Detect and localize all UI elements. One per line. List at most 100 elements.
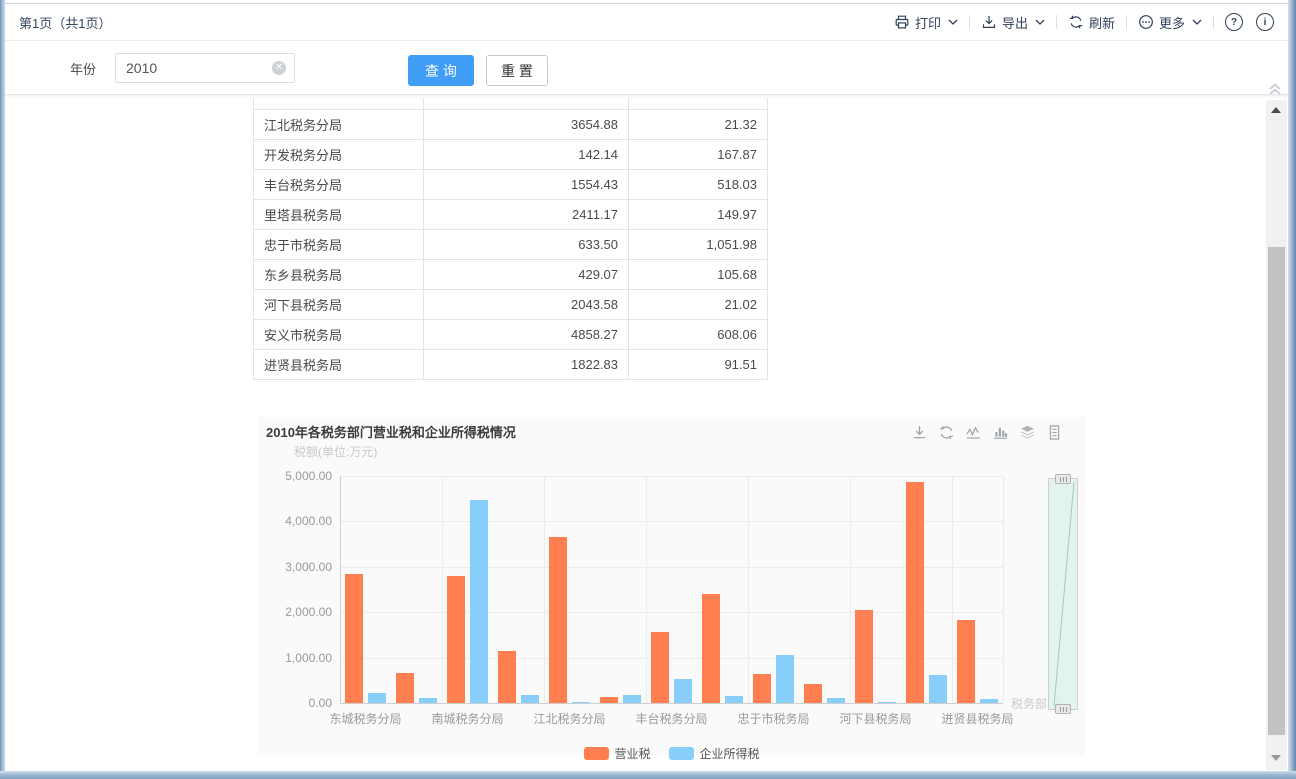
data-view-icon[interactable]	[1046, 424, 1063, 441]
chevron-down-icon	[1192, 19, 1202, 25]
line-chart-icon[interactable]	[965, 424, 982, 441]
chevron-down-icon	[1035, 19, 1045, 25]
gridline-h	[340, 612, 1003, 613]
refresh-button[interactable]: 刷新	[1068, 13, 1115, 32]
print-button[interactable]: 打印	[894, 13, 958, 32]
more-button[interactable]: 更多	[1138, 13, 1202, 32]
table-cell: 1554.43	[424, 170, 629, 199]
table-cell: 安义市税务局	[254, 320, 424, 349]
gridline-v	[952, 476, 953, 703]
bar-企业所得税-12[interactable]	[980, 699, 998, 703]
datazoom-handle-bottom[interactable]	[1055, 704, 1071, 714]
table-row: 东乡县税务局429.07105.68	[254, 260, 767, 290]
bar-企业所得税-11[interactable]	[929, 675, 947, 703]
window-border-right	[1288, 0, 1296, 779]
bar-企业所得税-2[interactable]	[470, 500, 488, 703]
y-axis-line	[340, 476, 341, 703]
report-viewer: 第1页（共1页） 打印 导出	[0, 0, 1296, 779]
gridline-h	[340, 658, 1003, 659]
table-cell: 149.97	[629, 200, 767, 229]
bar-营业税-3[interactable]	[498, 651, 516, 703]
bar-企业所得税-3[interactable]	[521, 695, 539, 703]
scrollbar-thumb[interactable]	[1268, 247, 1285, 735]
divider	[1213, 15, 1214, 29]
bar-营业税-6[interactable]	[651, 632, 669, 703]
table-row: 进贤县税务局1822.8391.51	[254, 350, 767, 380]
bar-企业所得税-0[interactable]	[368, 693, 386, 703]
bar-企业所得税-1[interactable]	[419, 698, 437, 703]
scroll-down-arrow[interactable]	[1271, 755, 1281, 761]
bar-营业税-10[interactable]	[855, 610, 873, 703]
scroll-up-arrow[interactable]	[1271, 107, 1281, 113]
refresh-icon[interactable]	[938, 424, 955, 441]
more-label: 更多	[1159, 13, 1185, 32]
clear-input-icon[interactable]: ✕	[272, 61, 286, 75]
bar-营业税-0[interactable]	[345, 574, 363, 703]
table-cell: 1822.83	[424, 350, 629, 379]
bar-营业税-8[interactable]	[753, 674, 771, 703]
table-row: 开发税务分局142.14167.87	[254, 140, 767, 170]
bar-营业税-11[interactable]	[906, 482, 924, 703]
year-input[interactable]	[116, 54, 294, 82]
stack-icon[interactable]	[1019, 424, 1036, 441]
help-button[interactable]: ?	[1225, 13, 1243, 31]
legend-label: 营业税	[614, 745, 650, 762]
download-icon[interactable]	[911, 424, 928, 441]
legend-swatch	[583, 747, 608, 760]
table-cell: 105.68	[629, 260, 767, 289]
table-cell: 丰台税务分局	[254, 170, 424, 199]
gridline-v	[442, 476, 443, 703]
search-button[interactable]: 查 询	[408, 55, 474, 86]
table-cell: 518.03	[629, 170, 767, 199]
legend-item-企业所得税[interactable]: 企业所得税	[669, 745, 760, 762]
table-cell: 21.32	[629, 110, 767, 139]
y-tick-label: 4,000.00	[262, 514, 332, 528]
bar-营业税-12[interactable]	[957, 620, 975, 703]
vertical-scrollbar[interactable]	[1266, 100, 1287, 770]
chart-toolbox	[911, 424, 1063, 441]
table-cell: 429.07	[424, 260, 629, 289]
table-cell	[254, 98, 424, 109]
table-cell: 608.06	[629, 320, 767, 349]
datazoom-slider[interactable]	[1048, 478, 1078, 710]
collapse-panel-icon[interactable]	[1267, 82, 1283, 98]
bar-企业所得税-6[interactable]	[674, 679, 692, 703]
table-cell	[629, 98, 767, 109]
x-tick-label: 江北税务分局	[522, 710, 618, 727]
table-cell: 1,051.98	[629, 230, 767, 259]
bar-营业税-5[interactable]	[600, 697, 618, 703]
bar-营业税-1[interactable]	[396, 673, 414, 703]
query-form: 年份 ✕ 查 询 重 置	[5, 41, 1288, 95]
table-cell: 3654.88	[424, 110, 629, 139]
refresh-label: 刷新	[1089, 13, 1115, 32]
year-label: 年份	[70, 59, 96, 78]
bar-chart-icon[interactable]	[992, 424, 1009, 441]
datazoom-handle-top[interactable]	[1055, 474, 1071, 484]
info-button[interactable]: i	[1256, 13, 1274, 31]
export-button[interactable]: 导出	[981, 13, 1045, 32]
window-border-top	[5, 0, 1288, 4]
toolbar-actions: 打印 导出 刷新	[894, 13, 1274, 32]
bar-营业税-9[interactable]	[804, 684, 822, 703]
export-label: 导出	[1002, 13, 1028, 32]
legend-item-营业税[interactable]: 营业税	[583, 745, 650, 762]
bar-营业税-4[interactable]	[549, 537, 567, 703]
table-cell: 91.51	[629, 350, 767, 379]
y-tick-label: 2,000.00	[262, 605, 332, 619]
bar-企业所得税-10[interactable]	[878, 702, 896, 703]
gridline-v	[748, 476, 749, 703]
chevron-down-icon	[948, 19, 958, 25]
gridline-h	[340, 521, 1003, 522]
reset-button[interactable]: 重 置	[486, 55, 548, 86]
table-cell: 2043.58	[424, 290, 629, 319]
bar-企业所得税-9[interactable]	[827, 698, 845, 703]
bar-企业所得税-8[interactable]	[776, 655, 794, 703]
bar-营业税-2[interactable]	[447, 576, 465, 703]
table-cell: 142.14	[424, 140, 629, 169]
y-axis-name: 税额(单位:万元)	[294, 443, 377, 460]
download-icon	[981, 14, 997, 30]
bar-营业税-7[interactable]	[702, 594, 720, 703]
bar-企业所得税-4[interactable]	[572, 702, 590, 703]
bar-企业所得税-7[interactable]	[725, 696, 743, 703]
bar-企业所得税-5[interactable]	[623, 695, 641, 703]
